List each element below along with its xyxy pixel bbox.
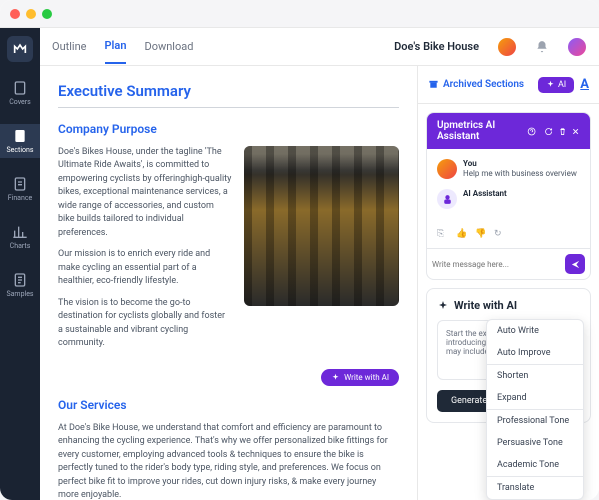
text-style-button[interactable]: A xyxy=(580,77,589,92)
menu-item-auto-improve[interactable]: Auto Improve xyxy=(487,342,583,364)
paragraph: The vision is to become the go-to destin… xyxy=(58,297,232,351)
workspace-name: Doe's Bike House xyxy=(394,40,479,53)
bot-avatar xyxy=(437,189,457,209)
panel-title: Write with AI xyxy=(454,299,517,312)
tab-download[interactable]: Download xyxy=(144,30,193,63)
close-icon[interactable] xyxy=(571,126,580,137)
notifications-icon[interactable] xyxy=(535,40,549,54)
menu-item-translate[interactable]: Translate xyxy=(487,477,583,499)
samples-icon xyxy=(12,272,28,288)
sidebar-item-covers[interactable]: Covers xyxy=(0,76,40,110)
refresh-icon[interactable] xyxy=(544,126,553,137)
section-heading: Our Services xyxy=(58,396,399,414)
section-image xyxy=(244,146,399,306)
sidebar-item-label: Finance xyxy=(8,194,33,202)
sidebar-item-label: Charts xyxy=(10,242,31,250)
maximize-window-icon[interactable] xyxy=(42,9,52,19)
send-icon xyxy=(570,259,581,270)
trash-icon[interactable] xyxy=(558,126,567,137)
paragraph: Doe's Bikes House, under the tagline 'Th… xyxy=(58,146,232,241)
sidebar-item-samples[interactable]: Samples xyxy=(0,268,40,302)
sidebar-item-sections[interactable]: Sections xyxy=(0,124,40,158)
sparkle-icon xyxy=(546,80,555,89)
charts-icon xyxy=(12,224,28,240)
badge-label: AI xyxy=(558,80,566,90)
user-avatar xyxy=(437,159,457,179)
archived-sections-link[interactable]: Archived Sections xyxy=(428,79,532,90)
button-label: Write with AI xyxy=(344,373,389,382)
document-editor: Executive Summary Company Purpose Doe's … xyxy=(40,66,417,500)
refresh-icon[interactable]: ↻ xyxy=(494,229,505,240)
finance-icon xyxy=(12,176,28,192)
sidebar-item-label: Covers xyxy=(9,98,31,106)
divider xyxy=(58,107,399,108)
sidebar-item-charts[interactable]: Charts xyxy=(0,220,40,254)
send-button[interactable] xyxy=(565,254,585,274)
avatar[interactable] xyxy=(497,37,517,57)
assistant-panel: Upmetrics AI Assistant You xyxy=(426,112,591,280)
message-sender: AI Assistant xyxy=(463,189,507,198)
chat-input[interactable] xyxy=(432,260,561,269)
menu-item-expand[interactable]: Expand xyxy=(487,387,583,409)
write-with-ai-panel: Write with AI Start the executive summar… xyxy=(426,288,591,423)
link-label: Archived Sections xyxy=(443,79,524,90)
minimize-window-icon[interactable] xyxy=(26,9,36,19)
section-heading: Company Purpose xyxy=(58,120,399,138)
message-text: Help me with business overview xyxy=(463,169,577,178)
paragraph: Our mission is to enrich every ride and … xyxy=(58,248,232,289)
thumbs-down-icon[interactable]: 👎 xyxy=(475,229,486,240)
sidebar-item-label: Samples xyxy=(6,290,33,298)
page-title: Executive Summary xyxy=(58,80,399,103)
menu-item-persuasive-tone[interactable]: Persuasive Tone xyxy=(487,432,583,454)
ai-toggle-button[interactable]: AI xyxy=(538,77,574,93)
assistant-title: Upmetrics AI Assistant xyxy=(437,120,523,142)
right-panel: Archived Sections AI A Upmetrics AI Assi… xyxy=(417,66,599,500)
menu-item-shorten[interactable]: Shorten xyxy=(487,365,583,387)
tab-outline[interactable]: Outline xyxy=(52,30,87,63)
ai-actions-menu: Auto Write Auto Improve Shorten Expand P… xyxy=(486,319,584,500)
sidebar-item-label: Sections xyxy=(7,146,34,154)
archive-icon xyxy=(428,79,439,90)
menu-item-academic-tone[interactable]: Academic Tone xyxy=(487,454,583,476)
sparkle-icon xyxy=(331,373,340,382)
menu-item-professional-tone[interactable]: Professional Tone xyxy=(487,410,583,432)
window-titlebar xyxy=(0,0,599,28)
app-logo xyxy=(7,36,33,62)
write-with-ai-button[interactable]: Write with AI xyxy=(321,369,399,386)
covers-icon xyxy=(12,80,28,96)
close-window-icon[interactable] xyxy=(10,9,20,19)
copy-icon[interactable]: ⎘ xyxy=(437,229,448,240)
sidebar-item-finance[interactable]: Finance xyxy=(0,172,40,206)
menu-item-auto-write[interactable]: Auto Write xyxy=(487,320,583,342)
tab-plan[interactable]: Plan xyxy=(105,29,127,64)
sidebar: Covers Sections Finance Charts Samples xyxy=(0,28,40,500)
message-sender: You xyxy=(463,159,577,168)
help-icon[interactable] xyxy=(527,126,536,137)
sparkle-icon xyxy=(437,300,449,312)
sections-icon xyxy=(12,128,28,144)
bot-icon xyxy=(441,193,454,206)
topbar: Outline Plan Download Doe's Bike House xyxy=(40,28,599,66)
avatar[interactable] xyxy=(567,37,587,57)
thumbs-up-icon[interactable]: 👍 xyxy=(456,229,467,240)
paragraph: At Doe's Bike House, we understand that … xyxy=(58,422,399,500)
